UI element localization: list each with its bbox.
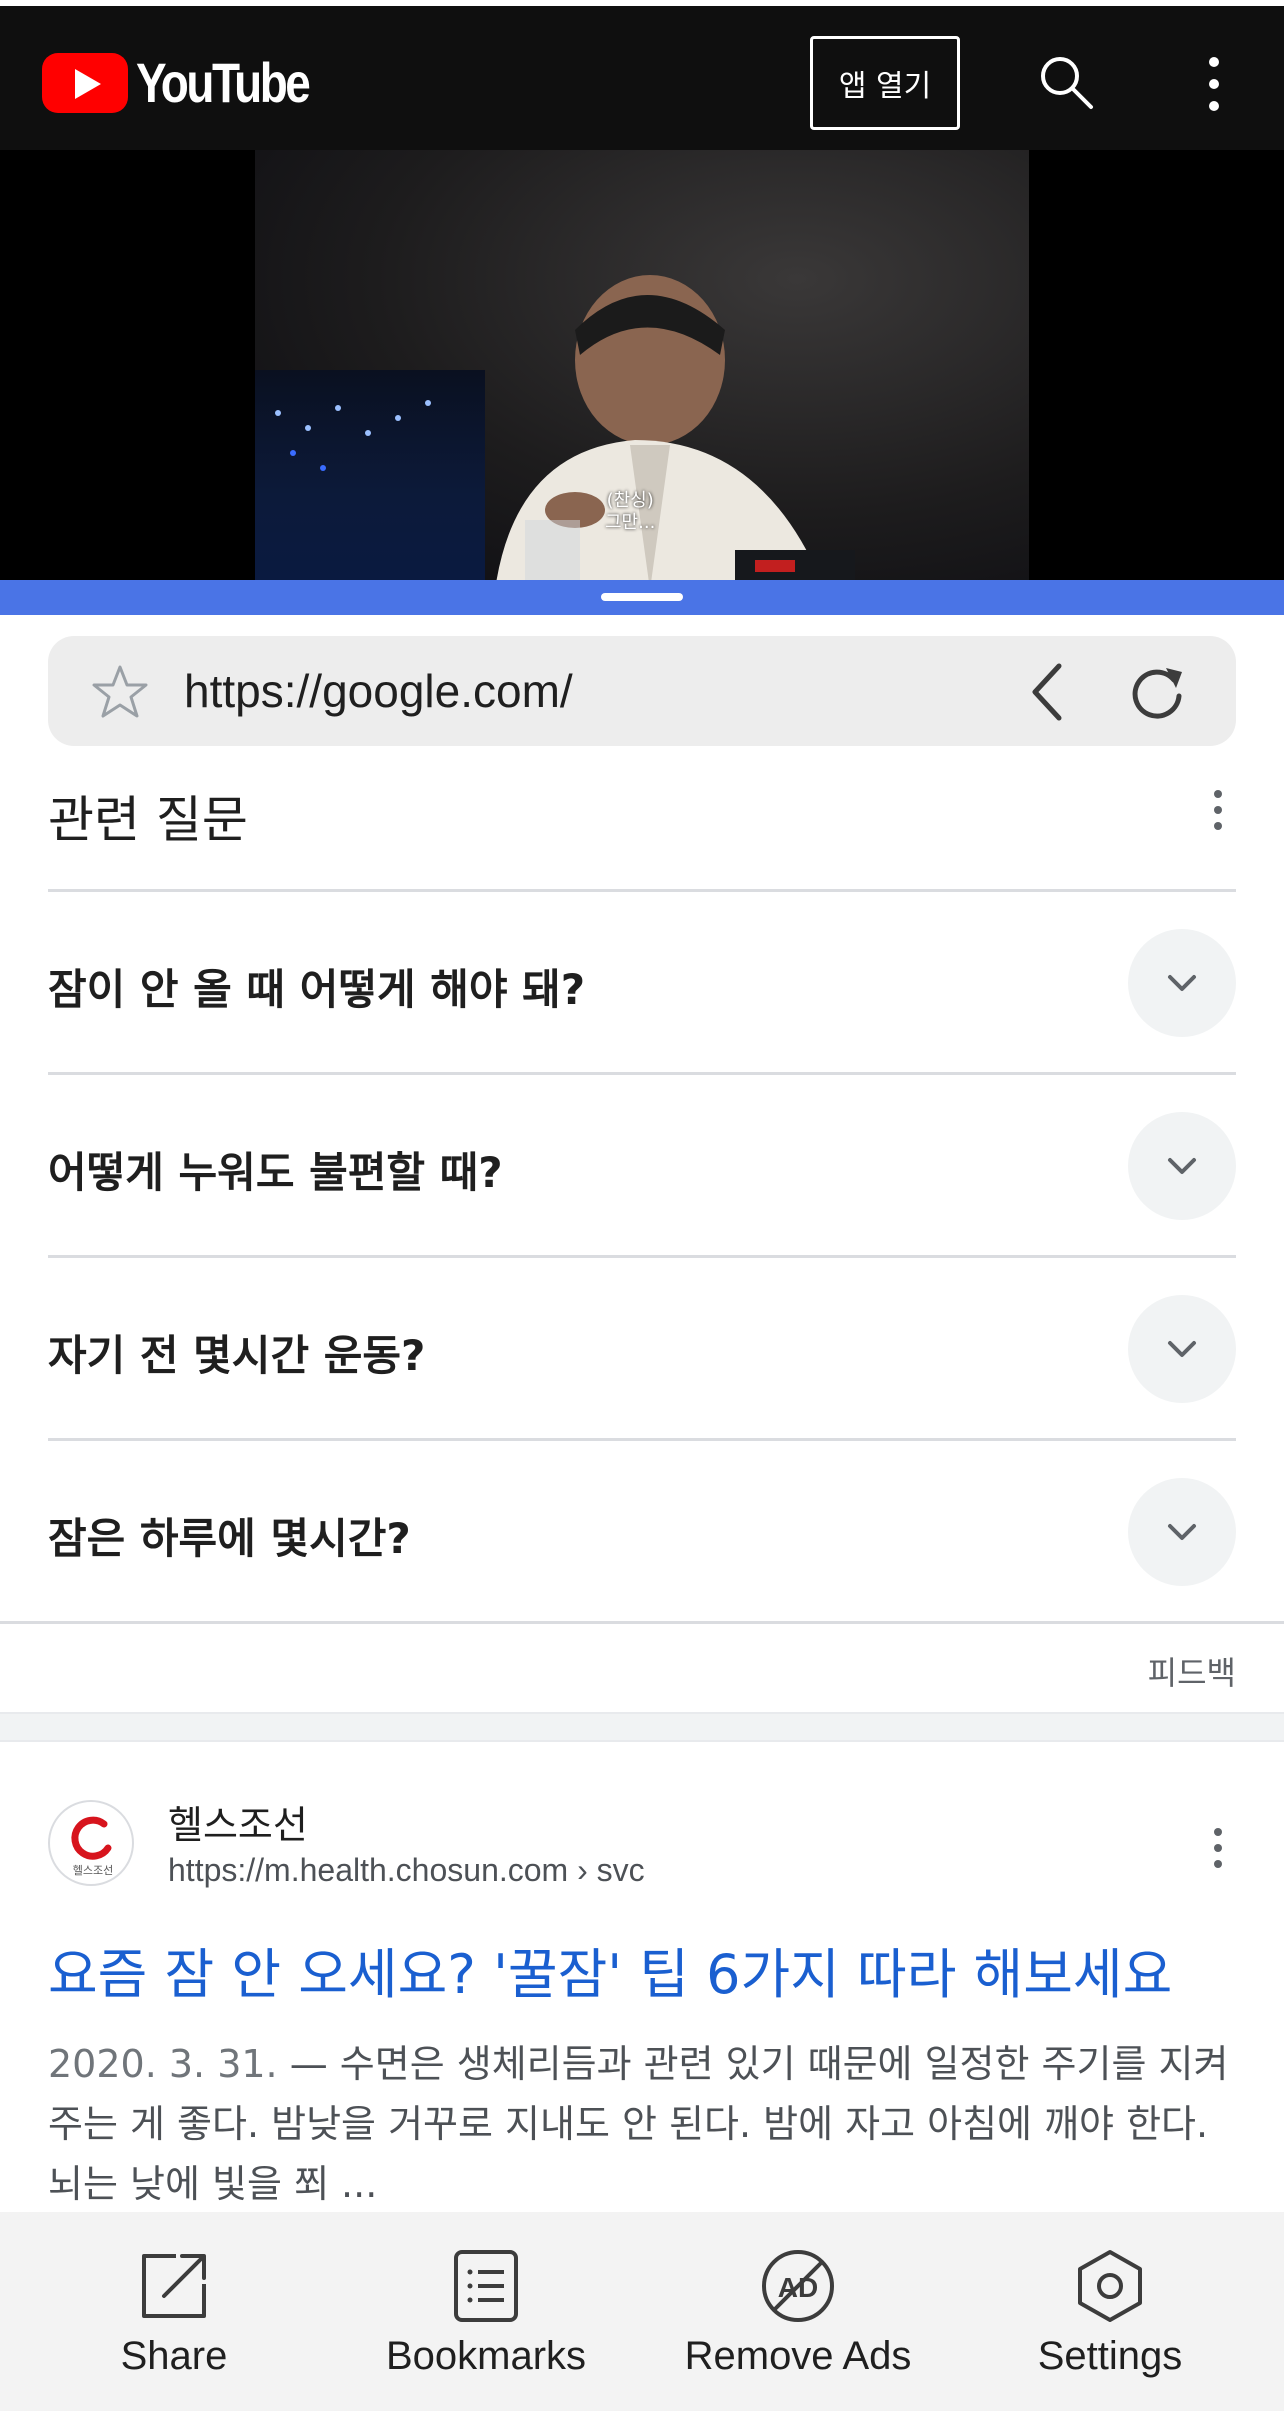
result-title-link[interactable]: 요즘 잠 안 오세요? '꿀잠' 팁 6가지 따라 해보세요 bbox=[48, 1930, 1248, 2009]
favicon-text: 헬스조선 bbox=[73, 1864, 113, 1877]
youtube-header: YouTube 앱 열기 bbox=[0, 0, 1284, 150]
video-caption-line1: (찬싱) bbox=[606, 490, 654, 511]
remove-ads-label: Remove Ads bbox=[684, 2334, 912, 2378]
bottom-toolbar: Share Bookmarks AD Remove Ads Settings bbox=[0, 2212, 1284, 2411]
expand-button[interactable] bbox=[1128, 1112, 1236, 1220]
chevron-left-icon[interactable] bbox=[1023, 660, 1073, 724]
expand-button[interactable] bbox=[1128, 1478, 1236, 1586]
expand-button[interactable] bbox=[1128, 929, 1236, 1037]
bookmarks-label: Bookmarks bbox=[385, 2334, 587, 2378]
question-text: 잠은 하루에 몇시간? bbox=[48, 1514, 411, 1563]
expand-button[interactable] bbox=[1128, 1295, 1236, 1403]
related-questions-title: 관련 질문 bbox=[48, 791, 248, 849]
question-item[interactable]: 잠이 안 올 때 어떻게 해야 돼? bbox=[48, 889, 1236, 1072]
question-item[interactable]: 자기 전 몇시간 운동? bbox=[48, 1255, 1236, 1438]
reload-icon[interactable] bbox=[1126, 662, 1188, 724]
share-icon bbox=[142, 2254, 206, 2318]
feedback-link[interactable]: 피드백 bbox=[1148, 1648, 1236, 1694]
question-item[interactable]: 어떻게 누워도 불편할 때? bbox=[48, 1072, 1236, 1255]
settings-icon bbox=[1078, 2250, 1142, 2322]
section-separator bbox=[0, 1712, 1284, 1742]
share-button[interactable]: Share bbox=[14, 2248, 334, 2398]
site-favicon: 헬스조선 bbox=[48, 1800, 134, 1886]
question-text: 잠이 안 올 때 어떻게 해야 돼? bbox=[48, 965, 586, 1014]
more-vert-icon[interactable] bbox=[1206, 788, 1230, 832]
drag-handle[interactable] bbox=[601, 593, 683, 601]
open-app-button[interactable]: 앱 열기 bbox=[810, 36, 960, 130]
more-vert-icon[interactable] bbox=[1206, 1826, 1230, 1870]
question-item[interactable]: 잠은 하루에 몇시간? bbox=[48, 1438, 1236, 1621]
share-label: Share bbox=[120, 2334, 228, 2378]
settings-label: Settings bbox=[1037, 2334, 1183, 2378]
result-url[interactable]: https://m.health.chosun.com › svc bbox=[168, 1852, 645, 1889]
chevron-down-icon bbox=[1168, 1341, 1196, 1357]
result-site-name[interactable]: 헬스조선 bbox=[168, 1794, 308, 1849]
star-icon[interactable] bbox=[90, 663, 150, 721]
divider bbox=[0, 1621, 1284, 1624]
chevron-down-icon bbox=[1168, 975, 1196, 991]
url-bar[interactable]: https://google.com/ bbox=[48, 636, 1236, 746]
question-text: 어떻게 누워도 불편할 때? bbox=[48, 1148, 503, 1197]
question-text: 자기 전 몇시간 운동? bbox=[48, 1331, 426, 1380]
chevron-down-icon bbox=[1168, 1524, 1196, 1540]
video-caption-line2: 그만... bbox=[605, 512, 656, 533]
related-questions-list: 잠이 안 올 때 어떻게 해야 돼? 어떻게 누워도 불편할 때? 자기 전 몇… bbox=[48, 889, 1236, 1621]
remove-ads-button[interactable]: AD Remove Ads bbox=[638, 2248, 958, 2398]
youtube-logo-text: YouTube bbox=[136, 51, 311, 114]
more-vert-icon[interactable] bbox=[1196, 54, 1232, 114]
bookmarks-button[interactable]: Bookmarks bbox=[326, 2248, 646, 2398]
video-player[interactable]: (찬싱) 그만... bbox=[0, 150, 1284, 580]
no-ads-icon: AD bbox=[762, 2250, 834, 2322]
youtube-play-icon bbox=[42, 52, 128, 113]
settings-button[interactable]: Settings bbox=[950, 2248, 1270, 2398]
bookmarks-icon bbox=[454, 2250, 518, 2322]
video-caption: (찬싱) 그만... bbox=[605, 490, 655, 534]
search-icon[interactable] bbox=[1036, 52, 1096, 112]
result-date: 2020. 3. 31. bbox=[48, 2042, 278, 2086]
youtube-logo[interactable]: YouTube bbox=[42, 50, 346, 115]
result-snippet: 2020. 3. 31. — 수면은 생체리듬과 관련 있기 때문에 일정한 주… bbox=[48, 2034, 1238, 2214]
chevron-down-icon bbox=[1168, 1158, 1196, 1174]
video-frame: (찬싱) 그만... bbox=[255, 150, 1029, 580]
url-text[interactable]: https://google.com/ bbox=[184, 664, 573, 718]
